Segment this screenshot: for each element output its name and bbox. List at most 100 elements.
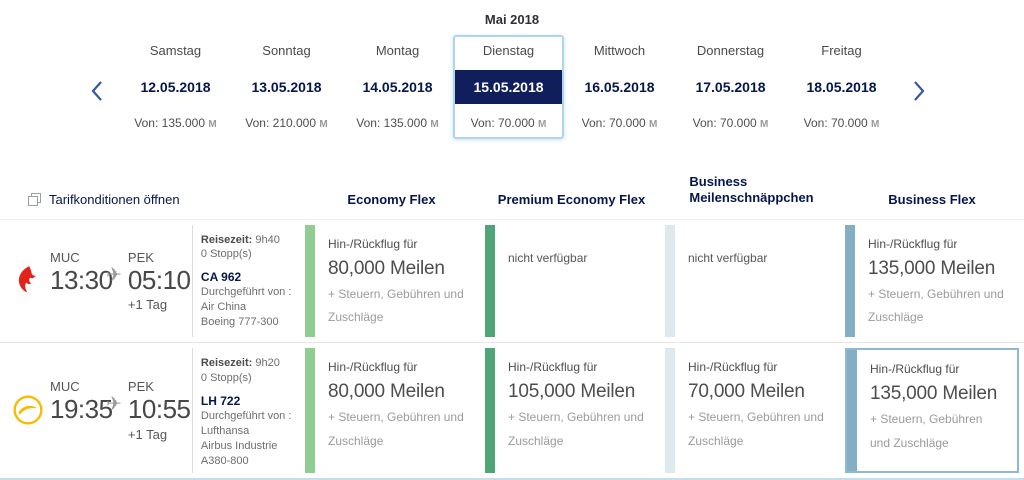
operated-by: Durchgeführt von : Air China bbox=[201, 285, 294, 315]
flight-number: LH 722 bbox=[201, 393, 294, 409]
fare-miles: 70,000 Meilen bbox=[688, 381, 826, 403]
fare-offer: Hin-/Rückflug für 135,000 Meilen + Steue… bbox=[855, 225, 1019, 338]
price-text: Von: 210.000 bbox=[245, 116, 316, 130]
fare-cell-economy-flex[interactable]: Hin-/Rückflug für 80,000 Meilen + Steuer… bbox=[305, 225, 478, 338]
fare-table-header: Tarifkonditionen öffnen Economy Flex Pre… bbox=[0, 158, 1024, 219]
fare-taxes-note: + Steuern, Gebühren und Zuschläge bbox=[508, 406, 646, 453]
fare-taxes-note: + Steuern, Gebühren und Zuschläge bbox=[868, 283, 1007, 330]
column-header-economy-flex: Economy Flex bbox=[305, 192, 478, 207]
day-cell-freitag[interactable]: Freitag 18.05.2018 Von: 70.000 M bbox=[786, 35, 897, 139]
day-cell-dienstag-selected[interactable]: Dienstag 15.05.2018 Von: 70.000 M bbox=[453, 35, 564, 139]
day-cell-sonntag[interactable]: Sonntag 13.05.2018 Von: 210.000 M bbox=[231, 35, 342, 139]
fare-cell-business-flex-selected[interactable]: Hin-/Rückflug für 135,000 Meilen + Steue… bbox=[845, 348, 1019, 472]
departure-block: MUC 13:30 bbox=[50, 250, 106, 295]
fare-offer: nicht verfügbar bbox=[495, 225, 599, 338]
weekday-label: Dienstag bbox=[455, 43, 562, 58]
column-header-premium-economy-flex: Premium Economy Flex bbox=[485, 192, 658, 207]
departure-time: 13:30 bbox=[50, 266, 106, 295]
date-label: 14.05.2018 bbox=[346, 70, 449, 104]
arrival-time: 10:55 bbox=[128, 395, 186, 424]
fare-intro: Hin-/Rückflug für bbox=[508, 360, 646, 374]
price-text: Von: 70.000 bbox=[471, 116, 535, 130]
departure-time: 19:35 bbox=[50, 395, 106, 424]
price-text: Von: 70.000 bbox=[804, 116, 868, 130]
fare-class-bar bbox=[305, 225, 315, 338]
unavailable-label: nicht verfügbar bbox=[508, 237, 587, 265]
flight-row-ca962: MUC 13:30 ✈ PEK 05:10 +1 Tag Reisezeit: … bbox=[0, 220, 1024, 344]
fare-miles: 105,000 Meilen bbox=[508, 381, 646, 403]
fare-class-bar bbox=[305, 348, 315, 472]
price-from: Von: 210.000 M bbox=[235, 116, 338, 130]
fare-class-bar bbox=[845, 225, 855, 338]
aircraft-type: Airbus Industrie A380-800 bbox=[201, 439, 294, 469]
chevron-left-icon[interactable] bbox=[84, 78, 110, 104]
chevron-right-icon[interactable] bbox=[906, 78, 932, 104]
tariff-conditions-link[interactable]: Tarifkonditionen öffnen bbox=[0, 192, 298, 207]
fare-cell-premium-economy-flex: nicht verfügbar bbox=[485, 225, 658, 338]
fare-cell-business-flex[interactable]: Hin-/Rückflug für 135,000 Meilen + Steue… bbox=[845, 225, 1019, 338]
price-from: Von: 70.000 M bbox=[790, 116, 893, 130]
fare-miles: 80,000 Meilen bbox=[328, 258, 466, 280]
fare-intro: Hin-/Rückflug für bbox=[868, 237, 1007, 251]
fare-intro: Hin-/Rückflug für bbox=[328, 360, 466, 374]
arrival-airport: PEK bbox=[128, 379, 186, 394]
weekday-label: Samstag bbox=[124, 43, 227, 58]
day-cell-donnerstag[interactable]: Donnerstag 17.05.2018 Von: 70.000 M bbox=[675, 35, 786, 139]
date-label: 18.05.2018 bbox=[790, 70, 893, 104]
operated-by: Durchgeführt von : Lufthansa bbox=[201, 409, 294, 439]
fare-class-bar bbox=[485, 348, 495, 472]
tariff-conditions-label: Tarifkonditionen öffnen bbox=[49, 192, 180, 207]
fare-intro: Hin-/Rückflug für bbox=[870, 362, 1005, 376]
fare-cell-business-meilenschnaeppchen[interactable]: Hin-/Rückflug für 70,000 Meilen + Steuer… bbox=[665, 348, 838, 472]
day-cell-mittwoch[interactable]: Mittwoch 16.05.2018 Von: 70.000 M bbox=[564, 35, 675, 139]
open-window-icon bbox=[28, 193, 41, 206]
airplane-icon: ✈ bbox=[106, 393, 122, 416]
lufthansa-logo-icon bbox=[12, 394, 44, 426]
fare-class-bar bbox=[665, 225, 675, 338]
miles-symbol: M bbox=[319, 119, 327, 130]
price-from: Von: 70.000 M bbox=[568, 116, 671, 130]
price-from: Von: 70.000 M bbox=[455, 116, 562, 130]
miles-symbol: M bbox=[871, 119, 879, 130]
stops: 0 Stopp(s) bbox=[201, 247, 294, 262]
day-cell-montag[interactable]: Montag 14.05.2018 Von: 135.000 M bbox=[342, 35, 453, 139]
unavailable-label: nicht verfügbar bbox=[688, 237, 767, 265]
fare-miles: 80,000 Meilen bbox=[328, 381, 466, 403]
fare-cell-premium-economy-flex[interactable]: Hin-/Rückflug für 105,000 Meilen + Steue… bbox=[485, 348, 658, 472]
flight-details: Reisezeit: 9h40 0 Stopp(s) CA 962 Durchg… bbox=[192, 225, 298, 338]
fare-intro: Hin-/Rückflug für bbox=[328, 237, 466, 251]
departure-block: MUC 19:35 bbox=[50, 379, 106, 424]
date-label: 13.05.2018 bbox=[235, 70, 338, 104]
fare-offer: Hin-/Rückflug für 135,000 Meilen + Steue… bbox=[857, 350, 1017, 470]
journey-times: MUC 19:35 ✈ PEK 10:55 +1 Tag bbox=[50, 379, 186, 442]
weekday-label: Donnerstag bbox=[679, 43, 782, 58]
fare-class-bar bbox=[665, 348, 675, 472]
date-label: 15.05.2018 bbox=[455, 70, 562, 104]
day-cell-samstag[interactable]: Samstag 12.05.2018 Von: 135.000 M bbox=[120, 35, 231, 139]
price-text: Von: 135.000 bbox=[134, 116, 205, 130]
fare-intro: Hin-/Rückflug für bbox=[688, 360, 826, 374]
fare-cell-economy-flex[interactable]: Hin-/Rückflug für 80,000 Meilen + Steuer… bbox=[305, 348, 478, 472]
fare-offer: nicht verfügbar bbox=[675, 225, 779, 338]
date-carousel: Mai 2018 Samstag 12.05.2018 Von: 135.000… bbox=[0, 0, 1024, 158]
miles-symbol: M bbox=[208, 119, 216, 130]
flight-details: Reisezeit: 9h20 0 Stopp(s) LH 722 Durchg… bbox=[192, 348, 298, 472]
column-header-business-meilenschnaeppchen: Business Meilenschnäppchen bbox=[665, 174, 838, 207]
fare-miles: 135,000 Meilen bbox=[868, 258, 1007, 280]
fare-taxes-note: + Steuern, Gebühren und Zuschläge bbox=[688, 406, 826, 453]
air-china-logo-icon bbox=[12, 265, 44, 297]
weekday-label: Montag bbox=[346, 43, 449, 58]
departure-airport: MUC bbox=[50, 379, 106, 394]
fare-offer: Hin-/Rückflug für 105,000 Meilen + Steue… bbox=[495, 348, 658, 472]
fare-cell-business-meilenschnaeppchen: nicht verfügbar bbox=[665, 225, 838, 338]
date-label: 16.05.2018 bbox=[568, 70, 671, 104]
flight-number: CA 962 bbox=[201, 269, 294, 285]
date-label: 12.05.2018 bbox=[124, 70, 227, 104]
arrival-time: 05:10 bbox=[128, 266, 186, 295]
departure-airport: MUC bbox=[50, 250, 106, 265]
arrival-block: PEK 10:55 +1 Tag bbox=[128, 379, 186, 442]
flight-summary: MUC 19:35 ✈ PEK 10:55 +1 Tag Reisezeit: … bbox=[0, 348, 298, 472]
fare-offer: Hin-/Rückflug für 70,000 Meilen + Steuer… bbox=[675, 348, 838, 472]
price-from: Von: 70.000 M bbox=[679, 116, 782, 130]
journey-times: MUC 13:30 ✈ PEK 05:10 +1 Tag bbox=[50, 250, 186, 313]
